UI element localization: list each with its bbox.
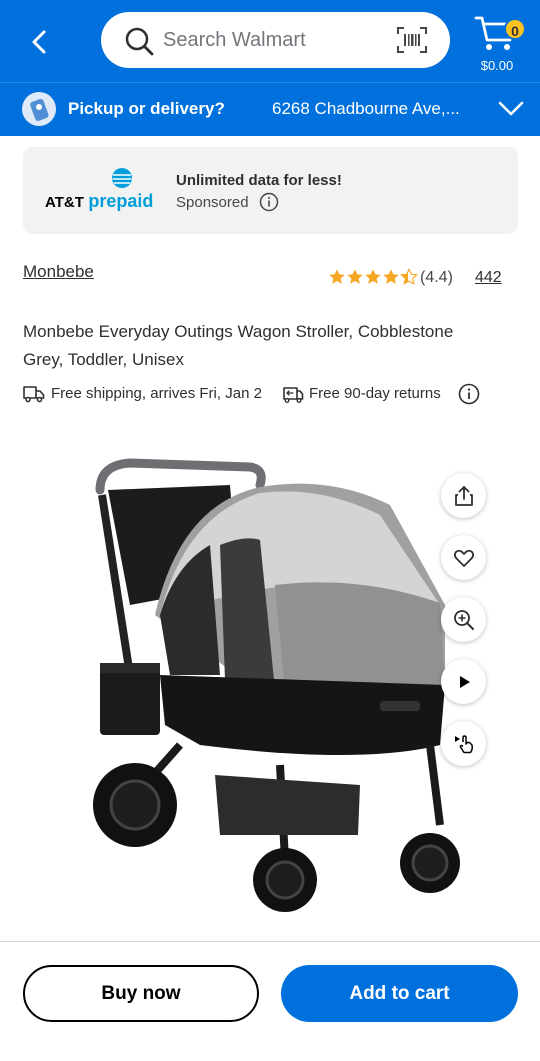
att-brand-text: AT&T xyxy=(45,194,84,211)
search-placeholder: Search Walmart xyxy=(163,29,306,51)
share-icon xyxy=(454,485,473,506)
truck-icon xyxy=(23,385,45,403)
top-bar: Search Walmart 0 $0.00 xyxy=(0,0,540,82)
sponsored-ad-banner[interactable]: AT&T prepaid Unlimited data for less! Sp… xyxy=(23,147,518,234)
product-image[interactable] xyxy=(60,445,480,940)
chevron-down-icon[interactable] xyxy=(496,97,526,121)
buy-now-button[interactable]: Buy now xyxy=(23,965,259,1022)
cart-count-badge: 0 xyxy=(504,18,526,40)
search-icon xyxy=(123,25,155,57)
prepaid-brand-text: prepaid xyxy=(88,191,154,211)
info-icon[interactable] xyxy=(259,192,279,212)
ad-headline: Unlimited data for less! xyxy=(176,172,342,189)
returns-text: Free 90-day returns xyxy=(309,385,441,402)
back-arrow-icon[interactable] xyxy=(22,24,58,60)
star-icon xyxy=(347,269,363,284)
location-pin-icon xyxy=(22,92,56,126)
share-button[interactable] xyxy=(441,473,486,518)
play-video-button[interactable] xyxy=(441,659,486,704)
cart-button[interactable]: 0 $0.00 xyxy=(470,10,530,78)
star-icon xyxy=(329,269,345,284)
search-input[interactable]: Search Walmart xyxy=(101,12,450,68)
heart-icon xyxy=(453,549,474,567)
bottom-divider xyxy=(0,941,540,942)
rating-value: (4.4) xyxy=(420,269,453,286)
star-icon xyxy=(365,269,381,284)
sponsored-label: Sponsored xyxy=(176,194,249,211)
zoom-icon xyxy=(453,609,474,630)
product-title: Monbebe Everyday Outings Wagon Stroller,… xyxy=(23,322,454,369)
att-prepaid-logo: AT&T prepaid xyxy=(45,167,157,215)
barcode-scan-icon[interactable] xyxy=(396,26,428,54)
info-icon[interactable] xyxy=(458,383,480,405)
reviews-count-link[interactable]: 442 xyxy=(475,269,502,287)
add-to-cart-button[interactable]: Add to cart xyxy=(281,965,518,1022)
zoom-button[interactable] xyxy=(441,597,486,642)
cart-amount: $0.00 xyxy=(480,58,514,73)
star-icon xyxy=(383,269,399,284)
view-360-icon xyxy=(454,734,473,753)
play-icon xyxy=(459,675,470,688)
shipping-text: Free shipping, arrives Fri, Jan 2 xyxy=(51,385,262,402)
star-half-icon xyxy=(400,268,418,285)
returns-icon xyxy=(282,384,304,404)
favorite-button[interactable] xyxy=(441,535,486,580)
delivery-address: 6268 Chadbourne Ave,... xyxy=(272,99,460,118)
pickup-delivery-bar[interactable]: Pickup or delivery? 6268 Chadbourne Ave,… xyxy=(0,82,540,136)
pickup-title: Pickup or delivery? xyxy=(68,99,225,118)
brand-link[interactable]: Monbebe xyxy=(23,262,94,282)
view-360-button[interactable] xyxy=(441,721,486,766)
star-rating xyxy=(328,268,418,288)
att-globe-icon xyxy=(111,167,133,189)
